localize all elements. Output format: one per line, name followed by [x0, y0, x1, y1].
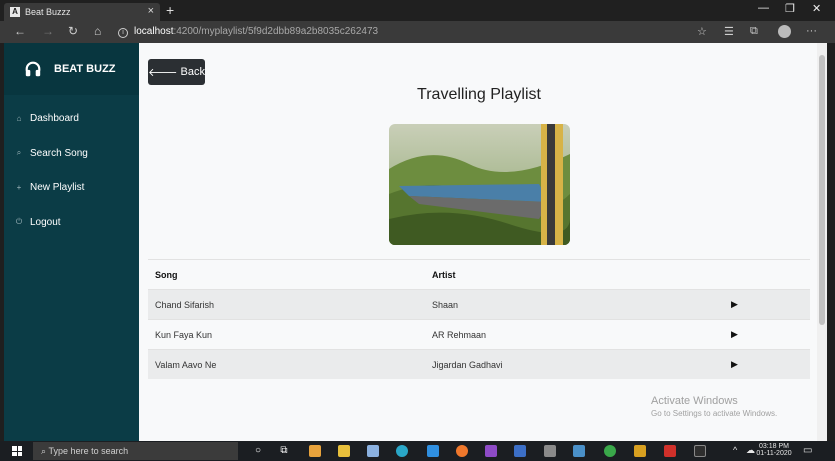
column-header-song: Song [155, 269, 178, 280]
clock[interactable]: 03:18 PM 01-11-2020 [756, 443, 792, 457]
clock-date: 01-11-2020 [756, 450, 792, 457]
app-icon-1[interactable] [309, 445, 321, 457]
column-header-artist: Artist [432, 269, 456, 280]
table-header: Song Artist [148, 259, 810, 289]
app-icon-11[interactable] [573, 445, 585, 457]
table-row: Valam Aavo Ne Jigardan Gadhavi ▶ [148, 349, 810, 379]
song-cell: Valam Aavo Ne [155, 359, 217, 370]
browser-tab[interactable]: A Beat Buzzz × [4, 3, 160, 21]
app-icon-9[interactable] [514, 445, 526, 457]
sidebar-item-label: Logout [30, 216, 61, 228]
notifications-icon[interactable]: ▭ [803, 445, 812, 456]
arrow-left-icon: 🡐 [148, 67, 178, 79]
cortana-icon[interactable]: ○ [252, 445, 264, 457]
watermark-subtitle: Go to Settings to activate Windows. [651, 409, 778, 418]
play-icon[interactable]: ▶ [731, 299, 810, 310]
sidebar-item-logout[interactable]: ⏻ Logout [4, 211, 139, 233]
edge-icon[interactable] [396, 445, 408, 457]
sidebar-item-dashboard[interactable]: ⌂ Dashboard [4, 107, 139, 129]
app-icon-13[interactable] [634, 445, 646, 457]
info-icon[interactable]: i [118, 28, 128, 38]
activate-windows-watermark: Activate Windows Go to Settings to activ… [651, 395, 777, 418]
pdf-reader-icon[interactable] [664, 445, 676, 457]
app-icon-10[interactable] [544, 445, 556, 457]
tab-close-icon[interactable]: × [148, 5, 154, 17]
favorite-star-icon[interactable]: ☆ [697, 25, 707, 38]
headphones-icon [25, 61, 41, 77]
song-cell: Kun Faya Kun [155, 329, 213, 340]
artist-cell: AR Rehmaan [432, 329, 487, 340]
minimize-icon[interactable]: — [758, 2, 769, 14]
more-menu-icon[interactable]: ··· [806, 25, 817, 37]
watermark-title: Activate Windows [651, 395, 738, 407]
file-explorer-icon[interactable] [338, 445, 350, 457]
taskbar-search-placeholder: Type here to search [48, 446, 129, 456]
home-nav-icon[interactable]: ⌂ [94, 24, 101, 38]
search-icon: ⌕ [41, 446, 49, 456]
restore-icon[interactable]: ❐ [785, 2, 795, 15]
app-icon-12[interactable] [604, 445, 616, 457]
sidebar: BEAT BUZZ ⌂ Dashboard ⌕ Search Song + Ne… [4, 43, 139, 441]
artist-cell: Jigardan Gadhavi [432, 359, 503, 370]
table-row: Chand Sifarish Shaan ▶ [148, 289, 810, 319]
back-button[interactable]: 🡐 Back [148, 59, 205, 85]
forward-nav-icon[interactable]: → [42, 24, 54, 38]
sidebar-item-new-playlist[interactable]: + New Playlist [4, 176, 139, 198]
windows-start-icon[interactable] [12, 446, 22, 456]
play-icon[interactable]: ▶ [731, 359, 810, 370]
network-icon[interactable]: ☁ [746, 445, 755, 456]
sidebar-item-label: Dashboard [30, 112, 79, 124]
home-icon: ⌂ [16, 113, 22, 123]
sidebar-item-search-song[interactable]: ⌕ Search Song [4, 142, 139, 164]
taskbar-search-box[interactable]: ⌕ Type here to search [33, 442, 238, 460]
app-icon-3[interactable] [367, 445, 379, 457]
clock-time: 03:18 PM [759, 443, 789, 450]
tab-title: Beat Buzzz [25, 7, 71, 17]
sidebar-item-label: Search Song [30, 147, 88, 159]
play-icon[interactable]: ▶ [731, 329, 810, 340]
vscode-icon[interactable] [427, 445, 439, 457]
firefox-icon[interactable] [456, 445, 468, 457]
task-view-icon[interactable]: ⧉ [278, 445, 290, 457]
back-button-label: Back [180, 66, 205, 78]
back-nav-icon[interactable]: ← [14, 24, 26, 38]
brand-name: BEAT BUZZ [54, 63, 116, 75]
url-host: localhost [134, 26, 174, 37]
profile-avatar[interactable] [778, 25, 791, 38]
close-window-icon[interactable]: ✕ [812, 2, 821, 15]
windows-taskbar: ⌕ Type here to search ○ ⧉ ^ ☁ 03:18 PM 0… [0, 441, 835, 461]
url-path: :4200/myplaylist/5f9d2dbb89a2b8035c26247… [173, 26, 379, 37]
angular-favicon-icon: A [10, 7, 20, 17]
plus-icon: + [16, 182, 22, 192]
power-icon: ⏻ [15, 217, 23, 226]
sidebar-item-label: New Playlist [30, 181, 85, 193]
tray-chevron-icon[interactable]: ^ [733, 445, 737, 455]
app-page: BEAT BUZZ ⌂ Dashboard ⌕ Search Song + Ne… [4, 43, 827, 441]
favorites-list-icon[interactable]: ☰ [724, 25, 734, 38]
refresh-icon[interactable]: ↻ [68, 24, 78, 38]
page-title: Travelling Playlist [417, 86, 541, 103]
brand[interactable]: BEAT BUZZ [4, 43, 139, 95]
terminal-icon[interactable] [694, 445, 706, 457]
table-row: Kun Faya Kun AR Rehmaan ▶ [148, 319, 810, 349]
song-cell: Chand Sifarish [155, 299, 215, 310]
browser-tabbar: A Beat Buzzz × + — ❐ ✕ [0, 0, 835, 21]
artist-cell: Shaan [432, 299, 459, 310]
playlist-cover-image [389, 124, 570, 245]
songs-table: Song Artist Chand Sifarish Shaan ▶ Kun F… [148, 259, 810, 379]
new-tab-icon[interactable]: + [166, 2, 174, 18]
collections-icon[interactable]: ⧉ [750, 25, 758, 38]
visual-studio-icon[interactable] [485, 445, 497, 457]
search-icon: ⌕ [16, 148, 22, 157]
url-field[interactable]: i localhost:4200/myplaylist/5f9d2dbb89a2b… [118, 24, 688, 40]
address-bar: ← → ↻ ⌂ i localhost:4200/myplaylist/5f9d2… [0, 21, 835, 43]
scrollbar-thumb[interactable] [819, 55, 825, 325]
